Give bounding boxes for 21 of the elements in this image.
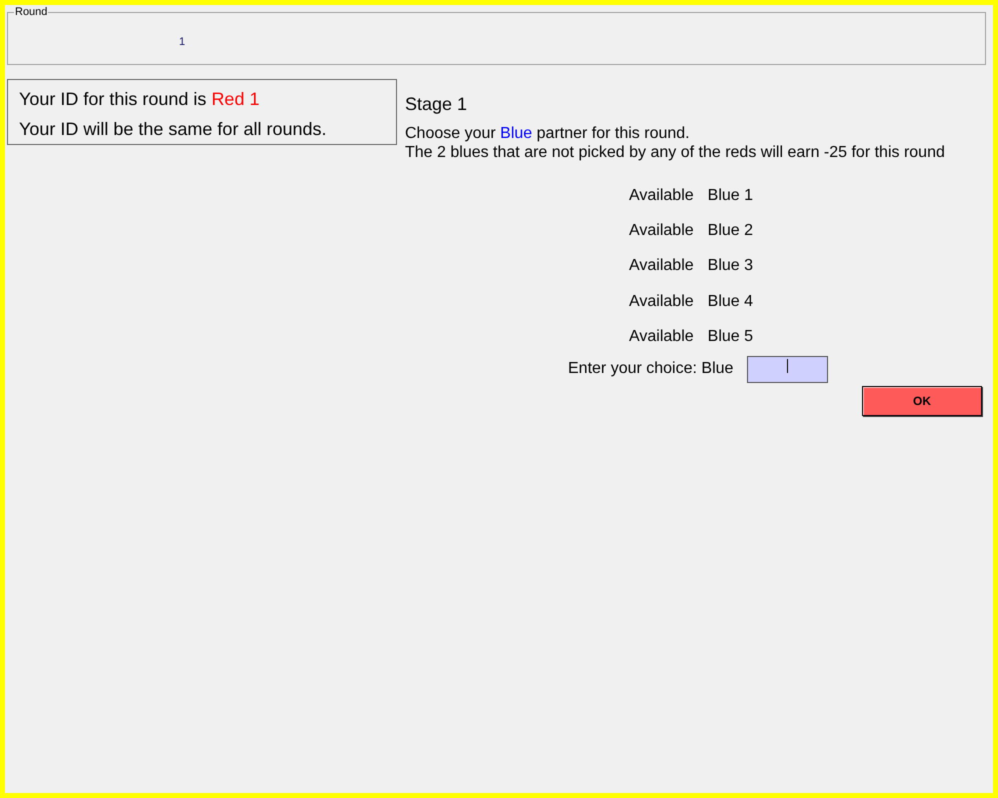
ok-button[interactable]: OK <box>862 386 982 416</box>
round-legend: Round <box>14 7 48 18</box>
partner-name: Blue 1 <box>708 186 754 205</box>
partner-name: Blue 4 <box>708 292 754 311</box>
status-text: Available <box>629 257 694 276</box>
stage-title: Stage 1 <box>405 93 468 115</box>
partner-name: Blue 5 <box>708 328 754 346</box>
choice-label: Enter your choice: Blue <box>568 360 734 378</box>
status-text: Available <box>629 186 694 205</box>
choice-input-field[interactable] <box>747 356 828 383</box>
status-text: Available <box>629 292 694 311</box>
status-text: Available <box>629 328 694 346</box>
instruction-text: Choose your Blue partner for this round. <box>405 124 691 143</box>
partner-name: Blue 2 <box>708 222 754 240</box>
status-text: Available <box>629 222 694 240</box>
text-cursor <box>787 358 788 373</box>
partner-name: Blue 3 <box>708 257 754 276</box>
instruction-text: The 2 blues that are not picked by any of the reds will earn -25 for this round <box>405 143 946 162</box>
id-text: Your ID for this round is Red 1 <box>19 88 260 111</box>
id-text: Your ID will be the same for all rounds. <box>19 118 328 141</box>
round-number: 1 <box>179 36 186 48</box>
